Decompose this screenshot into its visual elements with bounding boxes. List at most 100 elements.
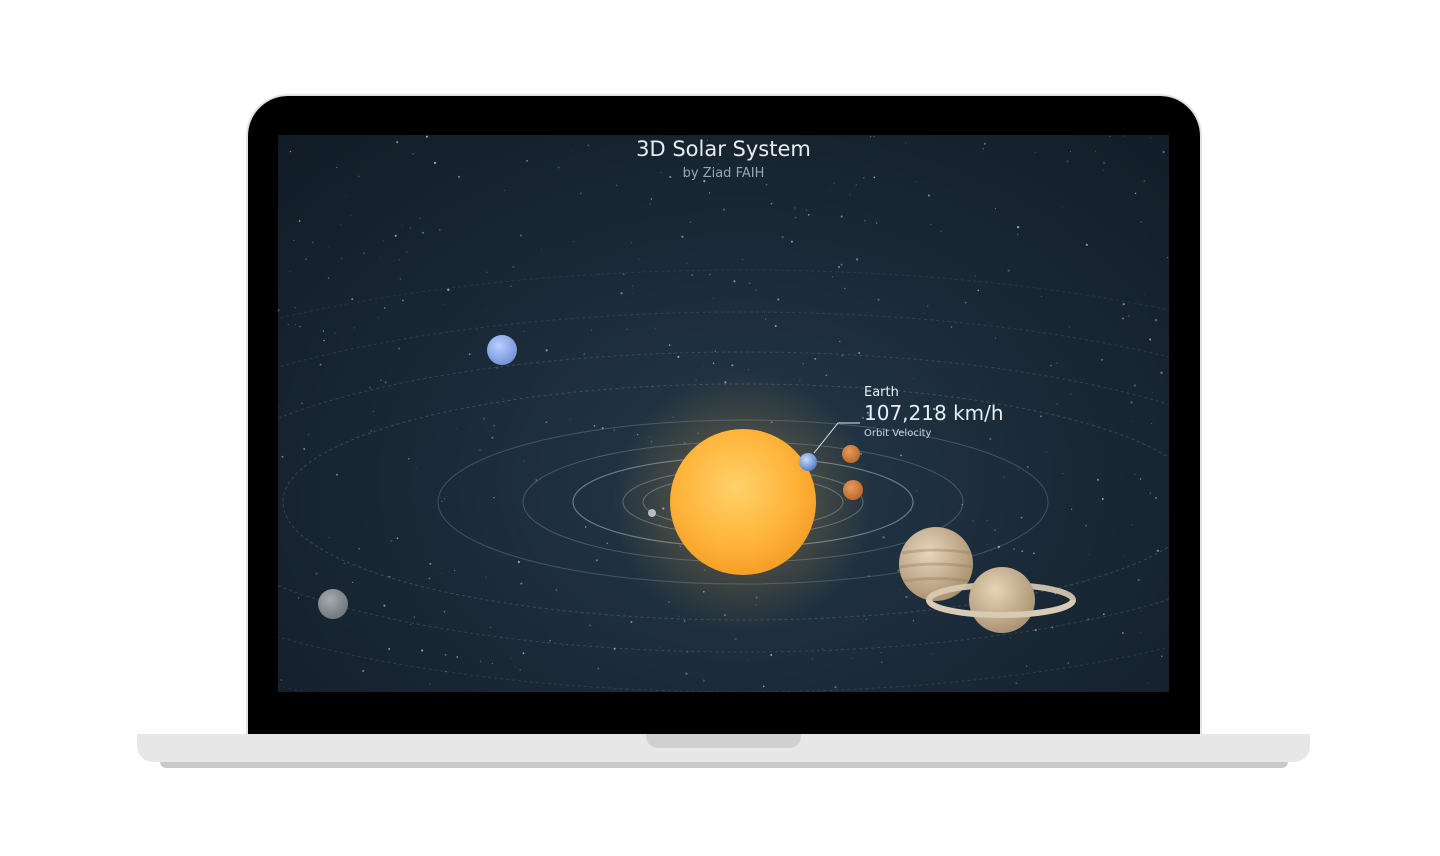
star bbox=[562, 644, 564, 646]
star bbox=[790, 240, 793, 243]
star bbox=[396, 537, 399, 540]
star bbox=[829, 190, 831, 191]
star bbox=[630, 621, 633, 623]
star bbox=[1010, 637, 1011, 639]
star bbox=[686, 262, 688, 264]
star bbox=[964, 301, 967, 304]
star bbox=[583, 353, 586, 355]
star bbox=[443, 610, 446, 613]
star bbox=[1074, 451, 1076, 452]
star bbox=[489, 626, 492, 629]
star bbox=[833, 182, 835, 184]
star bbox=[677, 355, 680, 358]
star bbox=[345, 195, 347, 197]
star bbox=[1101, 498, 1104, 500]
star bbox=[370, 429, 373, 432]
star bbox=[428, 577, 431, 580]
star bbox=[764, 318, 766, 320]
star bbox=[598, 274, 600, 276]
star bbox=[631, 285, 634, 287]
star bbox=[517, 560, 520, 564]
star bbox=[620, 292, 623, 295]
star bbox=[1013, 548, 1015, 550]
star bbox=[1027, 466, 1029, 468]
star bbox=[1130, 401, 1133, 404]
star bbox=[905, 595, 908, 599]
star bbox=[538, 203, 540, 205]
saturn-icon[interactable] bbox=[969, 567, 1035, 633]
star bbox=[1040, 415, 1043, 418]
star bbox=[511, 530, 513, 532]
star bbox=[1134, 473, 1136, 475]
star bbox=[510, 657, 512, 659]
star bbox=[281, 455, 284, 458]
star bbox=[372, 410, 375, 413]
star bbox=[441, 572, 442, 574]
star bbox=[552, 397, 555, 399]
venus-icon[interactable] bbox=[842, 445, 860, 463]
star bbox=[660, 647, 662, 649]
star bbox=[722, 208, 726, 211]
star bbox=[863, 621, 865, 623]
uranus-icon[interactable] bbox=[487, 335, 517, 365]
star bbox=[1141, 610, 1143, 612]
solar-system-viewport[interactable]: 3D Solar System by Ziad FAIH Earth 107,2… bbox=[278, 135, 1169, 692]
sun-icon[interactable] bbox=[670, 429, 816, 575]
star bbox=[1069, 393, 1072, 395]
star bbox=[794, 207, 796, 209]
star bbox=[1041, 295, 1042, 297]
star bbox=[1134, 192, 1137, 195]
star bbox=[545, 421, 548, 424]
neptune-icon[interactable] bbox=[318, 589, 348, 619]
star bbox=[1122, 632, 1124, 634]
star bbox=[303, 448, 306, 450]
star bbox=[1143, 317, 1145, 319]
star bbox=[443, 498, 445, 500]
star bbox=[897, 569, 900, 572]
star bbox=[912, 377, 914, 379]
star bbox=[875, 222, 878, 224]
star bbox=[992, 364, 994, 365]
star bbox=[1067, 662, 1069, 664]
star bbox=[591, 329, 592, 331]
star bbox=[638, 258, 640, 260]
star bbox=[731, 364, 734, 367]
star bbox=[519, 669, 521, 671]
star bbox=[1085, 524, 1088, 527]
star bbox=[390, 539, 393, 542]
star bbox=[444, 653, 447, 656]
star bbox=[685, 672, 688, 675]
star bbox=[515, 667, 516, 669]
star bbox=[409, 227, 411, 229]
earth-icon[interactable] bbox=[799, 453, 817, 471]
star bbox=[384, 381, 387, 384]
star bbox=[579, 192, 582, 195]
star bbox=[394, 234, 397, 237]
mercury-icon[interactable] bbox=[648, 509, 656, 517]
star bbox=[369, 386, 371, 389]
hud-planet-name: Earth bbox=[864, 385, 899, 400]
star bbox=[476, 329, 478, 331]
star bbox=[1140, 632, 1142, 634]
star bbox=[1154, 319, 1158, 322]
star bbox=[912, 620, 915, 622]
star bbox=[650, 198, 653, 200]
scene-canvas[interactable] bbox=[278, 135, 1169, 692]
star bbox=[899, 589, 901, 591]
star bbox=[405, 251, 408, 254]
star bbox=[1148, 682, 1150, 684]
star bbox=[278, 309, 280, 312]
star bbox=[1017, 469, 1019, 470]
star bbox=[970, 280, 971, 282]
star bbox=[1015, 682, 1018, 685]
mars-icon[interactable] bbox=[843, 480, 863, 500]
star bbox=[1145, 233, 1147, 235]
star bbox=[425, 376, 427, 378]
star bbox=[445, 671, 447, 673]
star bbox=[293, 239, 295, 242]
star bbox=[410, 623, 412, 625]
star bbox=[298, 597, 300, 599]
star bbox=[540, 690, 541, 692]
laptop-base-shadow bbox=[160, 762, 1288, 768]
star bbox=[446, 495, 448, 497]
